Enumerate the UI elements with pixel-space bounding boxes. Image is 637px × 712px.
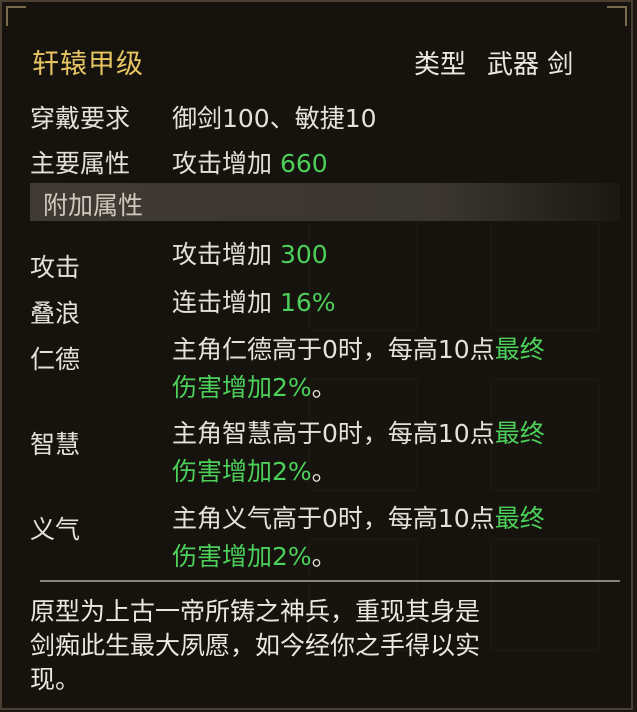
main-attr-number: 660 — [279, 149, 328, 178]
extra-attr-highlight: 最终 — [494, 335, 545, 364]
extra-attr-text: 。 — [311, 373, 337, 402]
item-type-value: 武器 剑 — [487, 50, 574, 80]
extra-attr-text: 主角义气高于0时，每高10点 — [172, 504, 495, 533]
description-line: 剑痴此生最大夙愿，如今经你之手得以实 — [30, 631, 481, 660]
extra-attr-line1: 主角仁德高于0时，每高10点最终 — [172, 330, 545, 366]
extra-attr-line2: 伤害增加2%。 — [172, 368, 337, 404]
extra-attr-text: 。 — [311, 457, 337, 486]
extra-attr-title: 附加属性 — [43, 191, 144, 220]
requirement-value: 御剑100、敏捷10 — [172, 104, 377, 133]
extra-attr-text: 攻击增加 — [172, 240, 273, 269]
extra-attr-highlight: 伤害增加2% — [172, 542, 312, 571]
extra-attr-highlight: 最终 — [494, 419, 545, 448]
extra-attr-name: 仁德 — [30, 345, 81, 374]
description-line: 现。 — [30, 665, 81, 694]
extra-attr-name: 叠浪 — [30, 299, 81, 328]
extra-attr-text: 主角智慧高于0时，每高10点 — [172, 419, 495, 448]
frame-corner — [607, 6, 627, 26]
extra-attr-value: 连击增加 16% — [172, 283, 336, 319]
extra-attr-value: 攻击增加 300 — [172, 235, 328, 271]
main-attr-label: 主要属性 — [30, 149, 131, 178]
main-attr-text: 攻击增加 — [172, 149, 273, 178]
extra-attr-text: 。 — [311, 542, 337, 571]
extra-attr-highlight: 最终 — [494, 504, 545, 533]
extra-attr-highlight: 伤害增加2% — [172, 457, 312, 486]
extra-attr-name: 攻击 — [30, 253, 81, 282]
extra-attr-line1: 主角智慧高于0时，每高10点最终 — [172, 414, 545, 450]
frame-corner — [6, 6, 26, 26]
main-attr-value: 攻击增加 660 — [172, 144, 328, 180]
requirement-label: 穿戴要求 — [30, 104, 131, 133]
extra-attr-line2: 伤害增加2%。 — [172, 452, 337, 488]
extra-attr-name: 义气 — [30, 515, 81, 544]
divider — [40, 580, 620, 582]
extra-attr-name: 智慧 — [30, 430, 81, 459]
description-line: 原型为上古一帝所铸之神兵，重现其身是 — [30, 597, 481, 626]
extra-attr-text: 连击增加 — [172, 288, 273, 317]
item-type-label: 类型 — [414, 50, 467, 80]
extra-attr-line2: 伤害增加2%。 — [172, 537, 337, 573]
extra-attr-number: 16% — [279, 288, 336, 317]
extra-attr-line1: 主角义气高于0时，每高10点最终 — [172, 499, 545, 535]
item-tooltip: 轩辕甲级 类型 武器 剑 穿戴要求 御剑100、敏捷10 主要属性 攻击增加 6… — [0, 0, 633, 710]
item-description: 原型为上古一帝所铸之神兵，重现其身是 剑痴此生最大夙愿，如今经你之手得以实 现。 — [30, 595, 610, 697]
extra-attr-text: 主角仁德高于0时，每高10点 — [172, 335, 495, 364]
extra-attr-number: 300 — [279, 240, 328, 269]
extra-attr-highlight: 伤害增加2% — [172, 373, 312, 402]
item-name: 轩辕甲级 — [32, 49, 144, 80]
